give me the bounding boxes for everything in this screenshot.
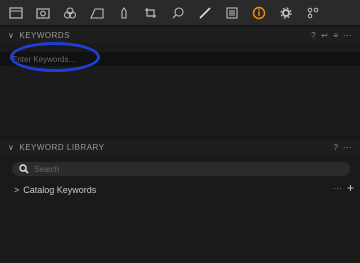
lasso-icon[interactable] — [166, 2, 189, 24]
library-search-field[interactable] — [12, 162, 350, 176]
undo-icon[interactable]: ↩ — [321, 31, 328, 40]
crop-icon[interactable] — [139, 2, 162, 24]
library-actions: ? ⋯ — [334, 140, 352, 154]
keywords-header[interactable]: ∨ KEYWORDS ? ↩ ≡ ⋯ — [0, 28, 360, 42]
more-icon[interactable]: ··· — [333, 183, 342, 193]
exposure-icon[interactable] — [112, 2, 135, 24]
search-icon — [16, 164, 32, 174]
keyword-library-header[interactable]: ∨ KEYWORD LIBRARY ? ⋯ — [0, 140, 360, 154]
library-search-input[interactable] — [32, 163, 336, 175]
keyword-library-title: KEYWORD LIBRARY — [19, 142, 105, 152]
chevron-down-icon[interactable]: ∨ — [8, 31, 14, 40]
layers-icon[interactable] — [220, 2, 243, 24]
help-icon[interactable]: ? — [311, 31, 316, 40]
catalog-keywords-label: Catalog Keywords — [23, 185, 97, 195]
adjustments-icon[interactable] — [58, 2, 81, 24]
metadata-icon[interactable] — [85, 2, 108, 24]
tool-tabs — [0, 0, 360, 26]
more-icon[interactable]: ⋯ — [344, 31, 353, 40]
hierarchy-icon[interactable] — [301, 2, 324, 24]
list-item[interactable]: > Catalog Keywords ··· + — [14, 181, 354, 197]
brush-icon[interactable] — [193, 2, 216, 24]
keywords-actions: ? ↩ ≡ ⋯ — [311, 28, 352, 42]
keywords-list — [0, 66, 360, 136]
panel-divider — [0, 137, 360, 138]
chevron-down-icon[interactable]: ∨ — [8, 143, 14, 152]
list-icon[interactable]: ≡ — [333, 31, 338, 40]
settings-icon[interactable] — [274, 2, 297, 24]
more-icon[interactable]: ⋯ — [344, 143, 353, 152]
help-icon[interactable]: ? — [334, 143, 339, 152]
library-icon[interactable] — [4, 2, 27, 24]
info-icon[interactable] — [247, 2, 270, 24]
chevron-right-icon[interactable]: > — [14, 185, 19, 195]
keywords-input[interactable] — [0, 52, 360, 66]
keywords-title: KEYWORDS — [19, 30, 71, 40]
add-icon[interactable]: + — [347, 181, 354, 195]
capture-icon[interactable] — [31, 2, 54, 24]
